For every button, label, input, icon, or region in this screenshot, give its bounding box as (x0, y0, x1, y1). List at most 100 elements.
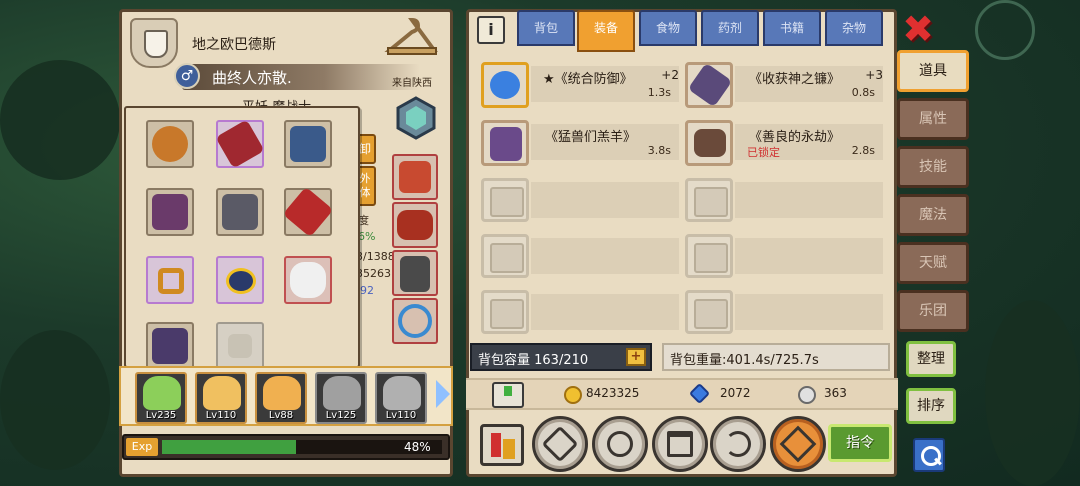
item-icon-box (685, 62, 733, 108)
sort-button[interactable]: 排序 (906, 388, 956, 424)
empty-item-slot[interactable] (481, 234, 679, 282)
item-card[interactable]: 《善良的永劫》 已锁定 2.8s (685, 120, 883, 168)
tab-potion[interactable]: 药剂 (701, 10, 759, 46)
hero-portrait (323, 376, 361, 410)
empty-box (481, 178, 529, 222)
silver-coin-icon (798, 386, 816, 404)
tab-equipment[interactable]: 装备 (577, 10, 635, 52)
empty-box (481, 290, 529, 334)
exp-bar: Exp 48% (122, 434, 450, 460)
upgrade-button[interactable] (652, 416, 708, 472)
item-name: 《善良的永劫》 (749, 130, 841, 145)
expand-capacity-button[interactable]: + (626, 348, 646, 366)
stat-value: 92 (360, 284, 374, 297)
gear-slot[interactable] (282, 186, 334, 238)
swap-button[interactable] (710, 416, 766, 472)
command-button[interactable]: 指令 (828, 424, 892, 462)
party-member[interactable]: Lv125 (315, 372, 367, 424)
hero-title: 曲终人亦散. (212, 69, 292, 87)
gear-slot[interactable] (216, 256, 264, 304)
search-icon[interactable] (913, 438, 945, 472)
empty-strip (531, 238, 679, 274)
male-icon: ♂ (174, 63, 200, 89)
empty-item-slot[interactable] (481, 290, 679, 338)
item-plus: +3 (865, 68, 883, 82)
item-name: ★《统合防御》 (543, 72, 633, 87)
gear-slot[interactable] (392, 154, 438, 200)
empty-strip (531, 182, 679, 218)
gear-slot[interactable] (392, 250, 438, 296)
tab-backpack[interactable]: 背包 (517, 10, 575, 46)
shuriken-button[interactable] (770, 416, 826, 472)
item-card[interactable]: 《收获神之镰》 +3 0.8s (685, 62, 883, 110)
hanger-icon[interactable] (384, 16, 440, 60)
rank-button[interactable] (480, 424, 524, 466)
side-tab-band[interactable]: 乐团 (897, 290, 969, 332)
empty-item-slot[interactable] (481, 178, 679, 226)
equipment-grid (124, 106, 360, 370)
gear-slot[interactable] (284, 120, 332, 168)
empty-strip (735, 238, 883, 274)
side-tab-attributes[interactable]: 属性 (897, 98, 969, 140)
empty-strip (735, 182, 883, 218)
deposit-button[interactable] (492, 382, 524, 408)
gear-slot[interactable] (284, 256, 332, 304)
party-member[interactable]: Lv110 (375, 372, 427, 424)
tab-books[interactable]: 书籍 (763, 10, 821, 46)
arrow-up-icon (667, 431, 693, 457)
gear-slot[interactable] (392, 298, 438, 344)
background-tree (0, 330, 110, 470)
action-row: 指令 (466, 414, 898, 476)
hero-portrait (203, 376, 241, 410)
empty-gear-slot[interactable] (216, 322, 264, 370)
gear-slot[interactable] (146, 256, 194, 304)
nav-circle-icon[interactable] (975, 0, 1035, 60)
shuriken-icon (779, 425, 817, 463)
exp-track (162, 440, 442, 454)
gear-slot[interactable] (392, 202, 438, 248)
side-tab-magic[interactable]: 魔法 (897, 194, 969, 236)
star-button[interactable] (532, 416, 588, 472)
member-level: Lv110 (205, 410, 237, 421)
close-icon[interactable]: ✖ (899, 10, 937, 49)
gear-slot[interactable] (146, 322, 194, 370)
tab-misc[interactable]: 杂物 (825, 10, 883, 46)
party-member[interactable]: Lv88 (255, 372, 307, 424)
ring-icon (398, 304, 432, 338)
gauntlet-icon (222, 194, 258, 230)
gear-slot[interactable] (216, 188, 264, 236)
item-card[interactable]: 《猛兽们羔羊》 3.8s (481, 120, 679, 168)
member-level: Lv88 (268, 410, 294, 421)
party-member[interactable]: Lv235 (135, 372, 187, 424)
gear-slot[interactable] (146, 188, 194, 236)
empty-item-slot[interactable] (685, 234, 883, 282)
stat-value: 3/1388 (356, 250, 395, 263)
item-card[interactable]: ★《统合防御》 +2 1.3s (481, 62, 679, 110)
hero-portrait (263, 376, 301, 410)
chestplate-icon (490, 127, 522, 161)
party-next-arrow-icon[interactable] (436, 380, 450, 408)
tab-food[interactable]: 食物 (639, 10, 697, 46)
gear-slot[interactable] (146, 120, 194, 168)
exp-fill (162, 440, 297, 454)
item-name: 《猛兽们羔羊》 (545, 130, 637, 145)
info-button[interactable]: i (477, 16, 505, 44)
side-tab-items[interactable]: 道具 (897, 50, 969, 92)
empty-item-slot[interactable] (685, 290, 883, 338)
empty-item-slot[interactable] (685, 178, 883, 226)
arrange-button[interactable]: 整理 (906, 341, 956, 377)
stat-percent: 6% (358, 230, 376, 243)
side-tab-skills[interactable]: 技能 (897, 146, 969, 188)
down-arrow-icon (504, 386, 512, 396)
magnify-button[interactable] (592, 416, 648, 472)
hero-portrait (383, 376, 421, 410)
side-tab-talent[interactable]: 天赋 (897, 242, 969, 284)
feather-icon (215, 119, 265, 169)
exp-label: Exp (126, 438, 158, 456)
gear-slot[interactable] (215, 119, 265, 169)
crystal-shield-icon[interactable] (394, 96, 438, 140)
item-icon-box (481, 62, 529, 108)
exp-percent: 48% (404, 440, 431, 454)
chest-armor-icon (397, 210, 433, 240)
party-member[interactable]: Lv110 (195, 372, 247, 424)
